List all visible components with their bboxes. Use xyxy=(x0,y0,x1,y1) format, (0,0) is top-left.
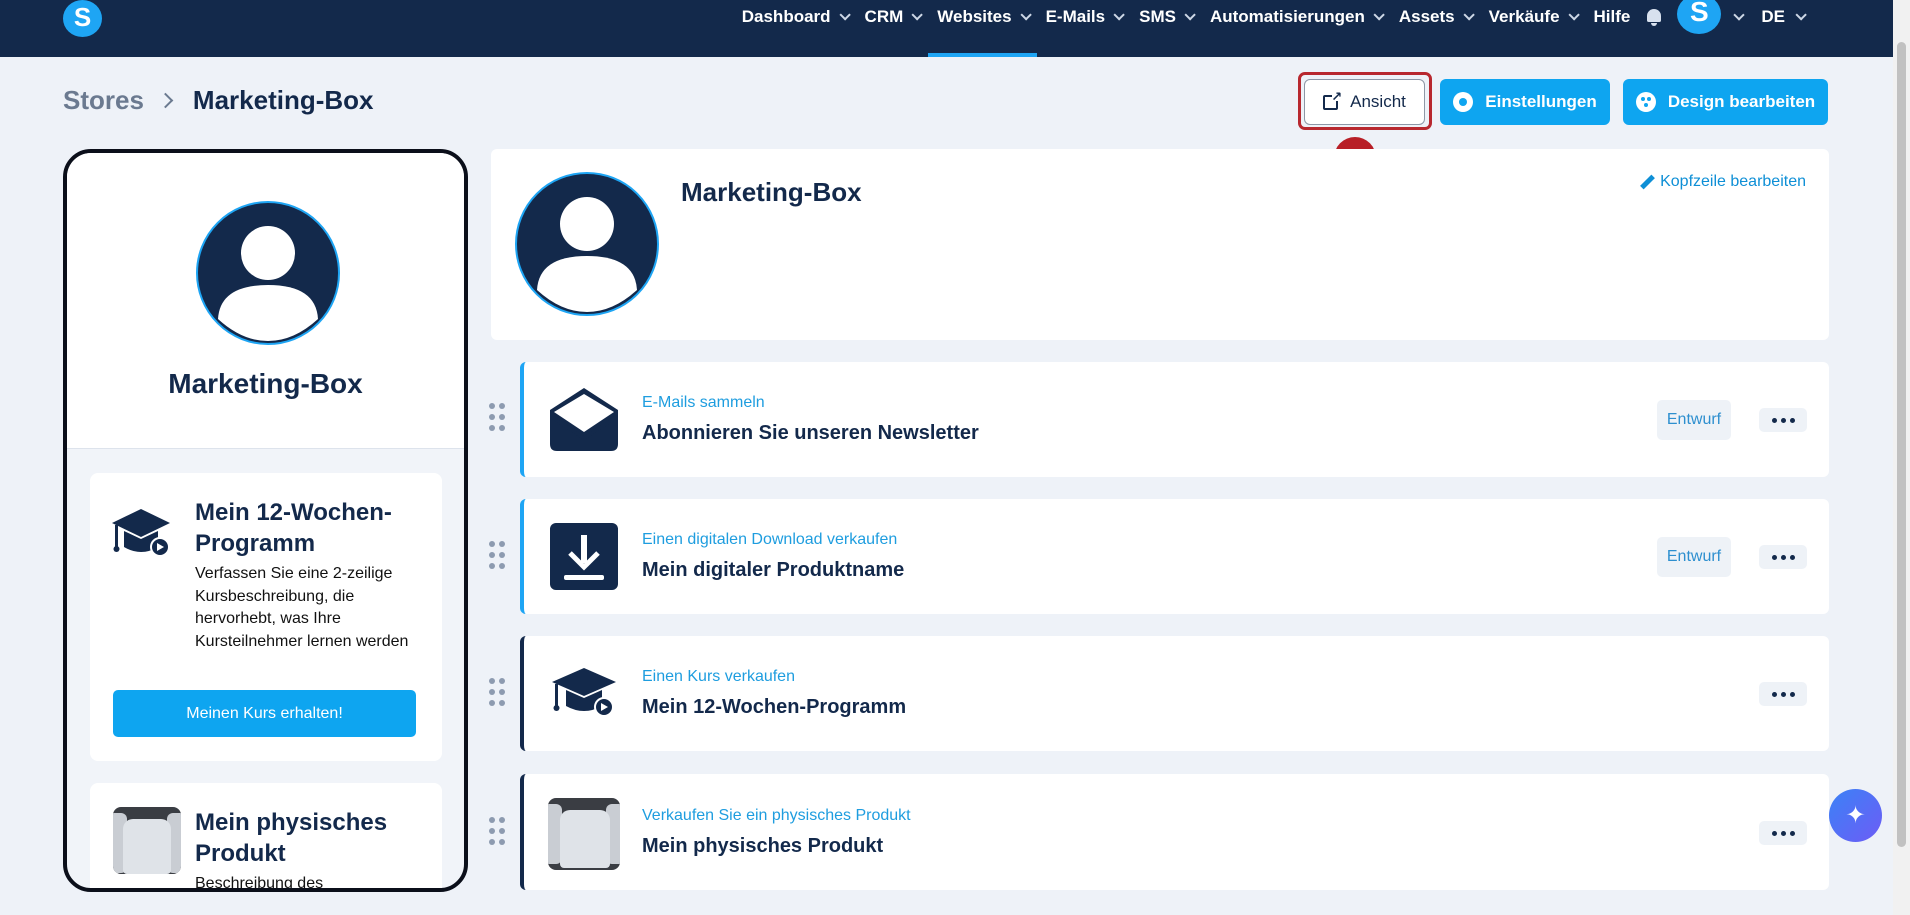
edit-design-button-label: Design bearbeiten xyxy=(1667,92,1816,111)
status-badge: Entwurf xyxy=(1657,400,1731,440)
settings-button-label: Einstellungen xyxy=(1485,92,1597,111)
chevron-down-icon xyxy=(911,9,924,21)
edit-header-link[interactable]: Kopfzeile bearbeiten xyxy=(1640,173,1806,191)
scrollbar[interactable] xyxy=(1893,0,1910,915)
user-avatar-icon xyxy=(515,172,659,316)
nav-label: CRM xyxy=(864,7,904,26)
shirt-shape xyxy=(560,810,610,868)
nav-label: Websites xyxy=(937,7,1012,26)
nav-item-crm[interactable]: CRM xyxy=(856,0,929,34)
view-button-label: Ansicht xyxy=(1350,92,1406,111)
preview-physical-card: Mein physisches Produkt Beschreibung des xyxy=(90,783,442,892)
nav-item-emails[interactable]: E-Mails xyxy=(1037,0,1131,34)
store-preview-phone: Marketing-Box Mein 12-Wochen-Programm Ve… xyxy=(63,149,468,892)
nav-item-assets[interactable]: Assets xyxy=(1390,0,1480,34)
external-link-icon xyxy=(1323,89,1342,110)
drag-handle[interactable] xyxy=(489,541,507,571)
scroll-thumb[interactable] xyxy=(1897,42,1906,847)
store-header-title: Marketing-Box xyxy=(681,177,862,207)
chevron-down-icon xyxy=(1567,9,1580,21)
pencil-icon xyxy=(1640,175,1654,189)
product-type: Einen digitalen Download verkaufen xyxy=(642,531,898,548)
nav-label: SMS xyxy=(1139,7,1176,26)
product-row[interactable]: E-Mails sammeln Abonnieren Sie unseren N… xyxy=(520,362,1829,477)
drag-handle[interactable] xyxy=(489,403,507,433)
chevron-down-icon xyxy=(1113,9,1125,21)
product-type: Einen Kurs verkaufen xyxy=(642,668,795,685)
nav-item-sales[interactable]: Verkäufe xyxy=(1480,0,1585,34)
product-title[interactable]: Mein physisches Produkt xyxy=(642,835,883,858)
nav-label: Dashboard xyxy=(741,7,831,26)
nav-item-dashboard[interactable]: Dashboard xyxy=(733,0,856,34)
shirt-shape xyxy=(123,819,171,874)
bell-icon[interactable] xyxy=(1645,8,1663,26)
status-badge: Entwurf xyxy=(1657,537,1731,577)
product-image xyxy=(113,807,181,874)
nav-item-automations[interactable]: Automatisierungen xyxy=(1201,0,1390,34)
chevron-down-icon xyxy=(1795,9,1807,21)
logo[interactable]: S xyxy=(63,0,102,37)
user-avatar[interactable]: S xyxy=(1677,0,1722,34)
more-options-button[interactable] xyxy=(1759,682,1807,706)
product-row[interactable]: Einen digitalen Download verkaufen Mein … xyxy=(520,499,1829,614)
download-icon xyxy=(550,523,618,590)
preview-course-title: Mein 12-Wochen-Programm xyxy=(195,499,392,557)
breadcrumb-stores-link[interactable]: Stores xyxy=(63,85,144,116)
page-title: Marketing-Box xyxy=(192,85,374,115)
product-row[interactable]: Verkaufen Sie ein physisches Produkt Mei… xyxy=(520,774,1829,890)
product-row[interactable]: Einen Kurs verkaufen Mein 12-Wochen-Prog… xyxy=(520,636,1829,751)
language-selector[interactable]: DE xyxy=(1761,7,1807,27)
drag-handle[interactable] xyxy=(489,678,507,708)
drag-handle[interactable] xyxy=(489,817,507,847)
nav-item-websites[interactable]: Websites xyxy=(928,0,1037,57)
nav-label: Assets xyxy=(1398,7,1455,26)
product-title[interactable]: Mein 12-Wochen-Programm xyxy=(642,696,906,719)
graduation-cap-icon xyxy=(552,668,616,717)
preview-header: Marketing-Box xyxy=(67,153,464,449)
preview-physical-title: Mein physisches Produkt xyxy=(195,809,388,867)
preview-store-name: Marketing-Box xyxy=(168,368,363,399)
graduation-cap-icon xyxy=(112,509,170,557)
palette-icon xyxy=(1635,92,1656,112)
nav-item-help[interactable]: Hilfe xyxy=(1585,0,1640,34)
tshirt-photo xyxy=(548,798,620,870)
more-options-button[interactable] xyxy=(1759,821,1807,845)
chevron-down-icon[interactable] xyxy=(1733,9,1746,21)
nav-label: E-Mails xyxy=(1045,7,1106,26)
chevron-down-icon xyxy=(839,9,851,21)
ai-assistant-button[interactable]: ✦ xyxy=(1829,789,1882,842)
nav-label: Verkäufe xyxy=(1488,7,1560,26)
settings-button[interactable]: Einstellungen xyxy=(1440,79,1610,125)
chevron-down-icon xyxy=(1184,9,1196,21)
chevron-down-icon xyxy=(1463,9,1475,21)
preview-course-description: Verfassen Sie eine 2-zeilige Kursbeschre… xyxy=(195,565,409,650)
preview-physical-description: Beschreibung des xyxy=(195,875,324,892)
more-options-button[interactable] xyxy=(1759,408,1807,432)
breadcrumb: Stores Marketing-Box xyxy=(63,85,374,116)
get-course-button[interactable]: Meinen Kurs erhalten! xyxy=(113,690,416,737)
nav-menu: Dashboard CRM Websites E-Mails SMS Autom… xyxy=(733,0,1807,57)
more-options-button[interactable] xyxy=(1759,545,1807,569)
language-label: DE xyxy=(1761,7,1785,26)
nav-label: Hilfe xyxy=(1593,7,1631,26)
user-avatar-icon xyxy=(196,201,340,345)
top-navigation: S Dashboard CRM Websites E-Mails SMS Aut… xyxy=(0,0,1893,57)
product-title[interactable]: Mein digitaler Produktname xyxy=(642,559,904,582)
edit-header-label: Kopfzeile bearbeiten xyxy=(1660,173,1806,190)
envelope-icon xyxy=(550,388,618,451)
product-type: Verkaufen Sie ein physisches Produkt xyxy=(642,807,911,824)
chevron-right-icon xyxy=(157,92,174,109)
chevron-down-icon xyxy=(1373,9,1385,21)
product-type: E-Mails sammeln xyxy=(642,394,765,411)
nav-label: Automatisierungen xyxy=(1209,7,1365,26)
edit-design-button[interactable]: Design bearbeiten xyxy=(1623,79,1828,125)
chevron-down-icon xyxy=(1020,9,1032,21)
sparkle-icon: ✦ xyxy=(1845,802,1866,829)
view-button[interactable]: Ansicht xyxy=(1304,79,1425,125)
preview-course-card: Mein 12-Wochen-Programm Verfassen Sie ei… xyxy=(90,473,442,761)
store-header-card: Marketing-Box Kopfzeile bearbeiten xyxy=(491,149,1829,340)
product-title[interactable]: Abonnieren Sie unseren Newsletter xyxy=(642,422,979,445)
gear-icon xyxy=(1453,92,1474,112)
nav-item-sms[interactable]: SMS xyxy=(1130,0,1201,34)
